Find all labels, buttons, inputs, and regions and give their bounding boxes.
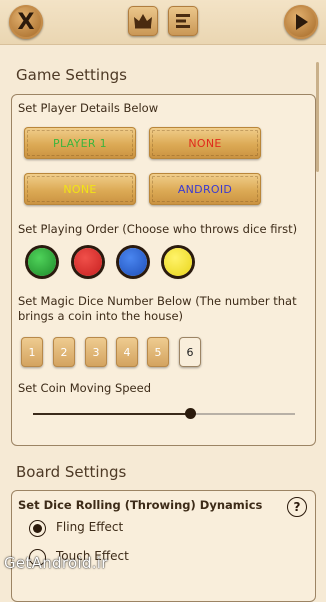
order-yellow-button[interactable] (164, 248, 192, 276)
help-button[interactable]: ? (287, 497, 307, 517)
player-slot-2-label: NONE (188, 136, 222, 150)
dice-number-2[interactable]: 2 (53, 337, 75, 367)
coin-speed-slider-fill (33, 413, 191, 415)
fling-effect-label[interactable]: Fling Effect (56, 520, 123, 534)
order-blue-button[interactable] (119, 248, 147, 276)
player-slot-2-button[interactable]: NONE (149, 127, 261, 159)
player-slot-4-label: ANDROID (177, 182, 233, 196)
dice-number-4[interactable]: 4 (116, 337, 138, 367)
watermark-text: GetAndroid.ir (4, 554, 108, 572)
dice-number-6[interactable]: 6 (179, 337, 201, 367)
player-slot-1-button[interactable]: PLAYER 1 (24, 127, 136, 159)
dice-number-1[interactable]: 1 (21, 337, 43, 367)
playing-order-label: Set Playing Order (Choose who throws dic… (18, 222, 298, 236)
close-button[interactable]: X (9, 5, 43, 39)
dice-number-5[interactable]: 5 (147, 337, 169, 367)
player-slot-1-label: PLAYER 1 (53, 136, 107, 150)
coin-speed-slider-thumb[interactable] (184, 408, 196, 419)
player-slot-3-label: NONE (63, 182, 97, 196)
crown-icon (134, 14, 152, 29)
leaderboard-button[interactable] (128, 6, 158, 36)
list-icon (176, 14, 190, 28)
player-slot-4-button[interactable]: ANDROID (149, 173, 261, 205)
coin-speed-slider[interactable] (33, 408, 295, 419)
order-red-button[interactable] (74, 248, 102, 276)
play-icon (296, 14, 308, 30)
top-toolbar: X (0, 0, 326, 45)
dice-dynamics-label: Set Dice Rolling (Throwing) Dynamics (18, 498, 263, 512)
fling-effect-radio[interactable] (29, 520, 46, 537)
close-icon: X (17, 9, 35, 35)
magic-dice-label: Set Magic Dice Number Below (The number … (18, 294, 297, 323)
scrollbar[interactable] (316, 62, 319, 172)
player-details-label: Set Player Details Below (18, 101, 159, 115)
player-slot-3-button[interactable]: NONE (24, 173, 136, 205)
menu-button[interactable] (168, 6, 198, 36)
game-settings-title: Game Settings (16, 66, 127, 84)
play-button[interactable] (284, 5, 318, 39)
radio-selected-dot (33, 524, 42, 533)
order-green-button[interactable] (28, 248, 56, 276)
board-settings-title: Board Settings (16, 463, 127, 481)
dice-number-3[interactable]: 3 (85, 337, 107, 367)
coin-speed-label: Set Coin Moving Speed (18, 381, 151, 395)
